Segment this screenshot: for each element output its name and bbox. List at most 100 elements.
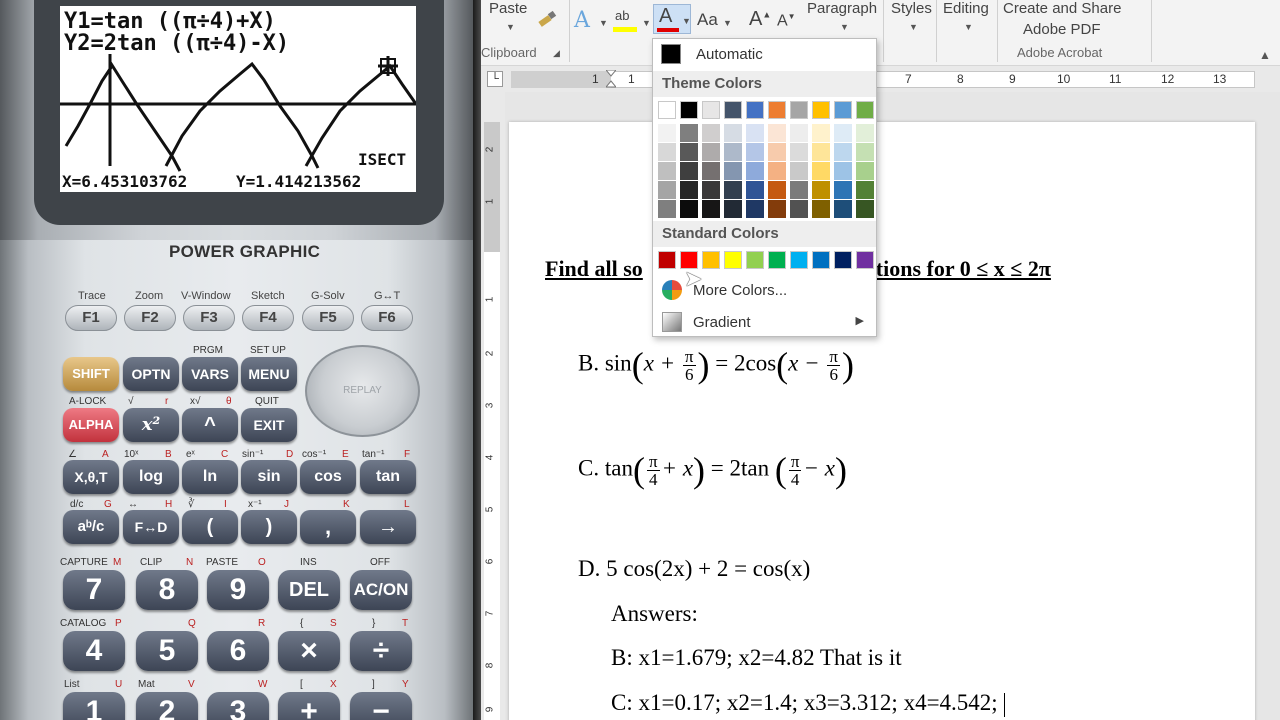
digit-2-key[interactable]: 2 — [136, 692, 198, 720]
font-color-button[interactable]: A ▼ — [653, 4, 691, 34]
chevron-down-icon[interactable]: ▼ — [909, 22, 918, 32]
theme-shade-swatch[interactable] — [790, 200, 808, 218]
standard-color-swatch[interactable] — [790, 251, 808, 269]
theme-shade-swatch[interactable] — [790, 124, 808, 142]
theme-shade-swatch[interactable] — [834, 143, 852, 161]
multiply-key[interactable]: × — [278, 631, 340, 671]
digit-3-key[interactable]: 3 — [207, 692, 269, 720]
theme-color-swatch[interactable] — [856, 101, 874, 119]
standard-color-swatch[interactable] — [702, 251, 720, 269]
theme-shade-swatch[interactable] — [702, 143, 720, 161]
indent-marker[interactable] — [604, 69, 618, 90]
theme-shade-swatch[interactable] — [834, 124, 852, 142]
theme-shade-swatch[interactable] — [724, 124, 742, 142]
square-key[interactable]: x² — [123, 408, 179, 442]
theme-shade-swatch[interactable] — [768, 181, 786, 199]
theme-color-swatch[interactable] — [746, 101, 764, 119]
xtheta-key[interactable]: X,θ,T — [63, 460, 119, 494]
theme-shade-swatch[interactable] — [724, 200, 742, 218]
theme-shade-swatch[interactable] — [724, 162, 742, 180]
theme-shade-swatch[interactable] — [812, 162, 830, 180]
f2-key[interactable]: F2 — [124, 305, 176, 331]
theme-shade-swatch[interactable] — [768, 200, 786, 218]
theme-color-swatch[interactable] — [658, 101, 676, 119]
document-page[interactable]: Find all so wing equations for 0 ≤ x ≤ 2π… — [509, 122, 1255, 720]
f1-key[interactable]: F1 — [65, 305, 117, 331]
theme-shade-swatch[interactable] — [746, 124, 764, 142]
theme-shade-swatch[interactable] — [702, 181, 720, 199]
assign-key[interactable]: → — [360, 510, 416, 544]
theme-shade-swatch[interactable] — [658, 162, 676, 180]
open-paren-key[interactable]: ( — [182, 510, 238, 544]
theme-shade-swatch[interactable] — [856, 181, 874, 199]
digit-8-key[interactable]: 8 — [136, 570, 198, 610]
standard-color-swatch[interactable] — [768, 251, 786, 269]
paragraph-group-label[interactable]: Paragraph — [807, 0, 877, 17]
theme-color-swatch[interactable] — [790, 101, 808, 119]
theme-shade-swatch[interactable] — [856, 143, 874, 161]
paste-button[interactable]: Paste — [489, 0, 527, 17]
f4-key[interactable]: F4 — [242, 305, 294, 331]
create-share-pdf-button[interactable]: Create and Share — [1003, 0, 1121, 17]
tan-key[interactable]: tan — [360, 460, 416, 494]
optn-key[interactable]: OPTN — [123, 357, 179, 391]
format-painter-icon[interactable] — [537, 10, 557, 28]
theme-shade-swatch[interactable] — [680, 200, 698, 218]
theme-shade-swatch[interactable] — [834, 162, 852, 180]
theme-shade-swatch[interactable] — [680, 162, 698, 180]
theme-shade-swatch[interactable] — [658, 181, 676, 199]
del-key[interactable]: DEL — [278, 570, 340, 610]
dialog-launcher-icon[interactable]: ◢ — [553, 48, 560, 59]
digit-4-key[interactable]: 4 — [63, 631, 125, 671]
theme-shade-swatch[interactable] — [658, 200, 676, 218]
tab-selector[interactable]: └ — [487, 71, 503, 87]
minus-key[interactable]: − — [350, 692, 412, 720]
theme-shade-swatch[interactable] — [680, 181, 698, 199]
theme-shade-swatch[interactable] — [746, 200, 764, 218]
theme-color-swatch[interactable] — [702, 101, 720, 119]
theme-color-swatch[interactable] — [680, 101, 698, 119]
theme-shade-swatch[interactable] — [746, 181, 764, 199]
f6-key[interactable]: F6 — [361, 305, 413, 331]
theme-shade-swatch[interactable] — [812, 200, 830, 218]
alpha-key[interactable]: ALPHA — [63, 408, 119, 442]
theme-shade-swatch[interactable] — [790, 162, 808, 180]
text-effects-icon[interactable]: A — [574, 8, 590, 33]
standard-color-swatch[interactable] — [658, 251, 676, 269]
theme-shade-swatch[interactable] — [812, 181, 830, 199]
standard-color-swatch[interactable] — [812, 251, 830, 269]
replay-dpad[interactable]: REPLAY — [305, 345, 420, 437]
theme-shade-swatch[interactable] — [658, 124, 676, 142]
highlight-color-icon[interactable]: ab — [613, 8, 639, 34]
standard-color-swatch[interactable] — [834, 251, 852, 269]
menu-key[interactable]: MENU — [241, 357, 297, 391]
theme-shade-swatch[interactable] — [834, 181, 852, 199]
theme-shade-swatch[interactable] — [724, 181, 742, 199]
theme-shade-swatch[interactable] — [856, 162, 874, 180]
theme-shade-swatch[interactable] — [834, 200, 852, 218]
comma-key[interactable]: , — [300, 510, 356, 544]
f-d-key[interactable]: F↔D — [123, 510, 179, 544]
chevron-down-icon[interactable]: ▼ — [599, 18, 608, 28]
theme-color-swatch[interactable] — [724, 101, 742, 119]
theme-shade-swatch[interactable] — [768, 143, 786, 161]
standard-color-swatch[interactable] — [724, 251, 742, 269]
close-paren-key[interactable]: ) — [241, 510, 297, 544]
digit-9-key[interactable]: 9 — [207, 570, 269, 610]
theme-shade-swatch[interactable] — [768, 124, 786, 142]
digit-7-key[interactable]: 7 — [63, 570, 125, 610]
theme-shade-swatch[interactable] — [746, 143, 764, 161]
chevron-down-icon[interactable]: ▼ — [506, 22, 515, 32]
styles-group-label[interactable]: Styles — [891, 0, 932, 17]
shift-key[interactable]: SHIFT — [63, 357, 119, 391]
theme-color-swatch[interactable] — [768, 101, 786, 119]
power-key[interactable]: ^ — [182, 408, 238, 442]
f3-key[interactable]: F3 — [183, 305, 235, 331]
vars-key[interactable]: VARS — [182, 357, 238, 391]
chevron-down-icon[interactable]: ▼ — [964, 22, 973, 32]
theme-shade-swatch[interactable] — [856, 200, 874, 218]
gradient-option[interactable]: Gradient ▶ — [653, 307, 876, 337]
theme-shade-swatch[interactable] — [790, 181, 808, 199]
theme-color-swatch[interactable] — [834, 101, 852, 119]
theme-shade-swatch[interactable] — [702, 124, 720, 142]
